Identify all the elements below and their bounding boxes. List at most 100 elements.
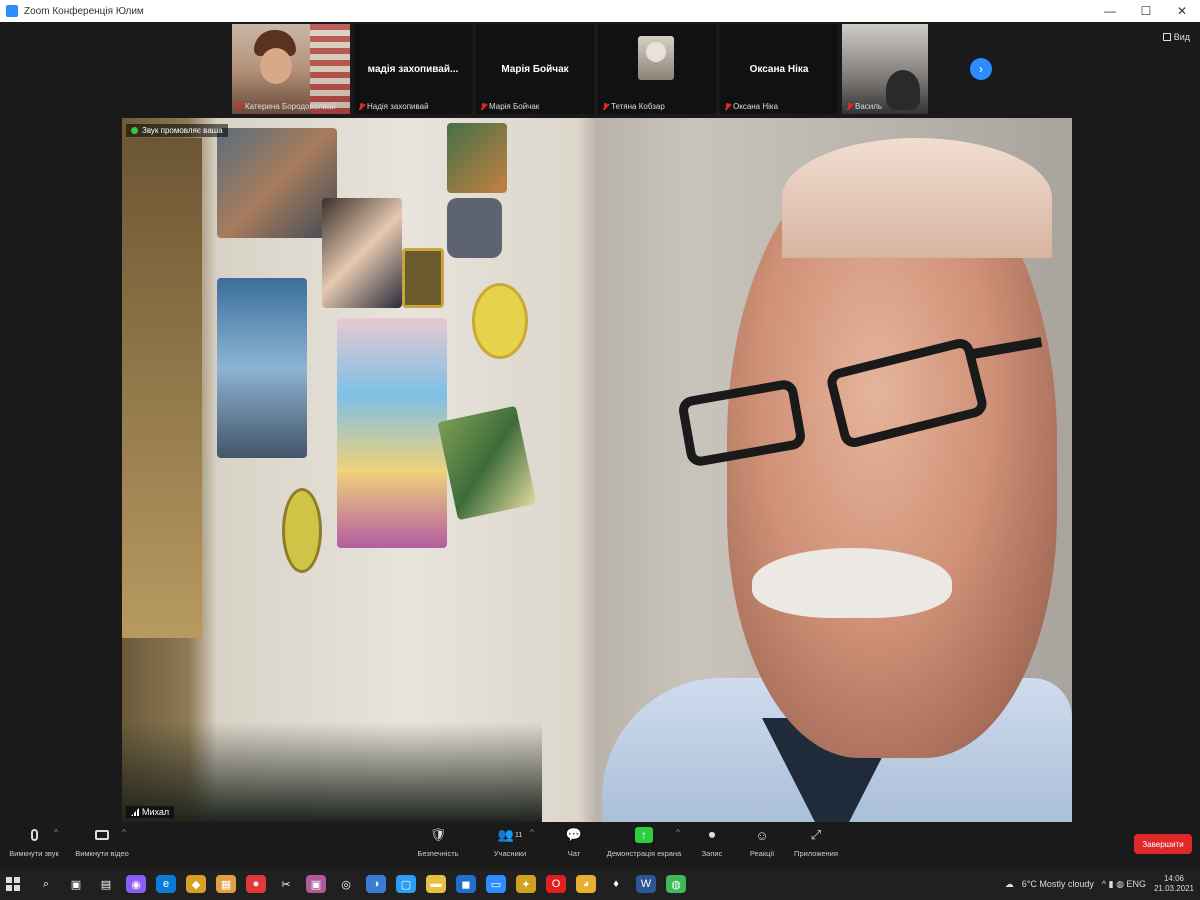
grid-icon [1162,33,1171,41]
microphone-icon [30,829,38,841]
muted-icon [480,102,487,111]
participant-tile-name[interactable]: мадія захопивай... Надія захопивай [354,24,472,114]
speaker-mustache [752,548,952,618]
participant-avatar [638,36,674,80]
taskbar-app-icon[interactable]: ♦ [606,875,626,893]
glasses-lens [824,336,990,450]
taskbar-app-icon[interactable]: e [156,875,176,893]
fridge-photo [217,128,337,238]
taskbar-app-icon[interactable]: ● [246,875,266,893]
active-speaker-video[interactable]: Звук промовляє ваша Михал [122,118,1072,822]
participants-count: 11 [514,831,523,839]
muted-icon [724,102,731,111]
taskbar-app-icon[interactable]: ◕ [576,875,596,893]
participant-face [260,48,292,84]
taskbar-app-icon[interactable]: ◍ [666,875,686,893]
record-icon: ⏺ [708,827,716,842]
clock-date: 21.03.2021 [1153,884,1194,893]
background-rug [310,24,350,114]
system-tray: ☁ 6°C Mostly cloudy ^ ▮ ◍ ENG 14:06 21.0… [1005,868,1194,900]
participant-tile-video[interactable]: Василь [842,24,928,114]
taskbar-apps: ⌕ ▣ ▤ ◉ e ◆ ▦ ● ✂ ▣ ◎ ◑ ▢ ▬ ◼ ▭ ✦ O ◕ ♦ W ◍ [36,875,686,893]
minimize-button[interactable]: — [1092,0,1128,22]
taskbar-app-icon[interactable]: ◆ [186,875,206,893]
taskbar-app-icon[interactable]: ✂ [276,875,296,893]
taskbar-app-icon[interactable]: O [546,875,566,893]
participant-name: Оксана Ніка [749,64,809,75]
apps-button[interactable]: ⤢ Приложения [776,826,856,858]
fridge-photo [337,318,447,548]
taskbar-app-icon[interactable]: ▤ [96,875,116,893]
speaker-glasses [676,336,1043,468]
taskbar-app-icon[interactable]: ◎ [336,875,356,893]
taskbar-clock[interactable]: 14:06 21.03.2021 [1154,874,1194,894]
talking-indicator: Звук промовляє ваша [126,124,228,137]
weather-widget[interactable]: 6°C Mostly cloudy [1022,879,1094,889]
view-button[interactable]: Вид [1162,32,1190,42]
taskbar-app-icon[interactable]: ◑ [366,875,386,893]
gallery-strip: Катерина Бородоволвай мадія захопивай...… [0,22,1200,118]
clock-time: 14:06 [1163,874,1184,883]
apps-icon: ⤢ [810,827,822,842]
participant-tile-name[interactable]: Марія Бойчак Марія Бойчак [476,24,594,114]
taskbar-app-icon[interactable]: ✦ [516,875,536,893]
close-button[interactable]: ✕ [1164,0,1200,22]
tray-icons[interactable]: ^ ▮ ◍ ENG [1102,879,1146,890]
taskbar-app-icon[interactable]: W [636,875,656,893]
fridge-badge [472,283,528,359]
zoom-app-icon [6,5,18,17]
participant-label: Тетяна Кобзар [602,102,665,111]
shield-icon: 🛡 [429,827,447,842]
fridge-magnet [437,405,537,521]
taskbar-app-icon[interactable]: ◉ [126,875,146,893]
mute-options-caret[interactable]: ^ [54,828,58,837]
fridge-badge [282,488,322,573]
taskbar-app-icon[interactable]: ◼ [456,875,476,893]
fridge-magnet [447,198,502,258]
fridge-photo [447,123,507,193]
next-page-arrow-icon[interactable]: › [970,58,992,80]
fridge-magnet [402,248,444,308]
background-cabinet [122,138,202,638]
window-controls: — ☐ ✕ [1092,0,1200,22]
camera-icon [95,830,109,840]
taskbar-app-icon[interactable]: ▬ [426,875,446,893]
participants-icon: 👥 [497,827,514,842]
windows-taskbar: ⌕ ▣ ▤ ◉ e ◆ ▦ ● ✂ ▣ ◎ ◑ ▢ ▬ ◼ ▭ ✦ O ◕ ♦ W ◍ ☁ 6°C Mostly clou… [0,868,1200,900]
taskbar-app-icon[interactable]: ▣ [66,875,86,893]
taskbar-app-icon[interactable]: ⌕ [36,875,56,893]
participant-head [886,70,920,110]
participant-tile-avatar[interactable]: Тетяна Кобзар [598,24,716,114]
taskbar-app-icon[interactable]: ▣ [306,875,326,893]
taskbar-app-icon[interactable]: ▢ [396,875,416,893]
video-options-caret[interactable]: ^ [122,828,126,837]
end-meeting-button[interactable]: Завершити [1134,834,1192,854]
participant-tile-name[interactable]: Оксана Ніка Оксана Ніка [720,24,838,114]
participant-tile-video[interactable]: Катерина Бородоволвай [232,24,350,114]
participant-label: Марія Бойчак [480,102,539,111]
muted-icon [846,102,853,111]
maximize-button[interactable]: ☐ [1128,0,1164,22]
participant-name: Марія Бойчак [501,64,569,75]
foreground-shadow [122,722,542,822]
participant-label: Надія захопивай [358,102,429,111]
participant-label: Катерина Бородоволвай [236,102,336,111]
chat-button[interactable]: 💬 Чат [534,826,614,858]
taskbar-app-icon[interactable]: ▦ [216,875,236,893]
muted-icon [602,102,609,111]
chat-icon: 💬 [565,827,583,842]
speaker-name-tag: Михал [126,806,175,818]
participant-name: мадія захопивай... [367,64,459,75]
signal-strength-icon [131,808,139,816]
muted-icon [236,102,243,111]
taskbar-app-icon[interactable]: ▭ [486,875,506,893]
windows-start-icon[interactable] [6,877,20,891]
stop-video-button[interactable]: Вимкнути відео ^ [62,826,142,858]
fridge-photo [322,198,402,308]
security-button[interactable]: 🛡 Безпечність [398,826,478,858]
participant-label: Оксана Ніка [724,102,778,111]
reactions-icon: ☺ [755,827,769,843]
talking-dot-icon [131,127,138,134]
speaker-hair [782,138,1052,258]
muted-icon [358,102,365,111]
